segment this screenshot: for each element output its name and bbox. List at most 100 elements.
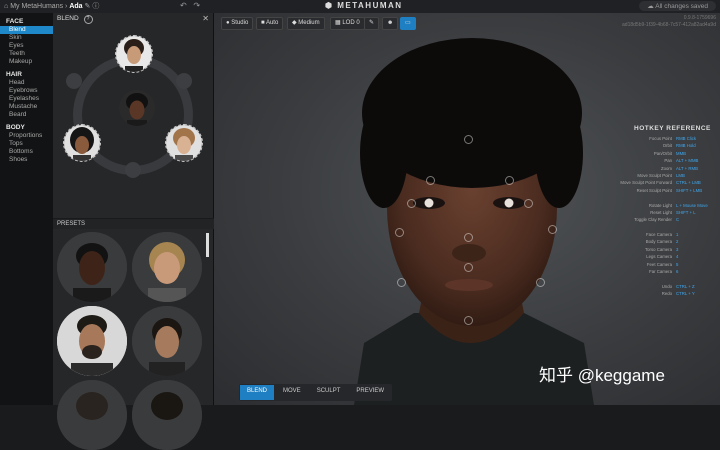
hotkey-row: Body Camera 2 [645,239,679,245]
hotkey-row: Undo CTRL + Z [661,283,695,289]
hotkey-row: Zoom ALT + RMB [661,165,698,171]
breadcrumb-current: Ada [69,3,83,10]
hotkey-row: Torso Camera 3 [645,246,679,252]
hotkey-spacer [612,224,717,231]
portrait-image [116,36,152,72]
save-status-text: All changes saved [655,3,708,10]
blend-title: BLEND [57,15,79,22]
hotkey-spacer [612,275,717,282]
sidebar-item-teeth[interactable]: Teeth [0,50,53,58]
preset-portrait[interactable] [132,306,202,376]
hotkey-row: Rotate Light L + Mouse Move [648,202,708,208]
hotkey-row: Pan/Orbit MMB [653,150,687,156]
sidebar-item-skin[interactable]: Skin [0,34,53,42]
preset-portrait[interactable] [57,380,127,450]
preset-portrait[interactable] [132,380,202,450]
sidebar-item-beard[interactable]: Beard [0,111,53,119]
hotkey-row: Legs Camera 4 [646,254,679,260]
tab-move[interactable]: MOVE [276,385,308,400]
breadcrumb-root[interactable]: My MetaHumans [10,3,63,10]
brand-name: METAHUMAN [337,1,403,10]
portrait-image [166,125,202,161]
presets-scrollbar[interactable] [206,233,209,257]
sculpt-point[interactable] [464,233,473,242]
hotkey-row: Reset Light SHIFT + L [650,209,696,215]
sculpt-point[interactable] [426,176,435,185]
sidebar-header-body: BODY [6,124,25,131]
hotkey-row: Pan ALT + MMB [664,158,699,164]
hotkey-row: Redo CTRL + Y [661,291,695,297]
watermark: 知乎 @keggame [539,366,665,385]
blend-target-left[interactable] [63,124,101,162]
sculpt-point[interactable] [464,316,473,325]
tab-preview[interactable]: PREVIEW [349,385,391,400]
sidebar-item-shoes[interactable]: Shoes [0,156,53,164]
breadcrumb: ⌂ My MetaHumans › Ada ✎ ⓘ [4,1,99,11]
blend-node-right[interactable] [176,73,192,89]
blend-center-face[interactable] [119,90,155,126]
hotkey-row: Feet Camera 5 [646,261,679,267]
sculpt-point[interactable] [397,278,406,287]
sculpt-point[interactable] [524,199,533,208]
preset-portrait-selected[interactable] [57,306,127,376]
sidebar-item-proportions[interactable]: Proportions [0,132,53,140]
sculpt-point[interactable] [548,225,557,234]
sidebar-item-eyebrows[interactable]: Eyebrows [0,87,53,95]
info-icon[interactable]: ⓘ [92,3,99,10]
sidebar-item-makeup[interactable]: Makeup [0,58,53,66]
hotkey-row: Move Sculpt Point Forward CTRL + LMB [620,180,701,186]
sculpt-point[interactable] [464,263,473,272]
brand-logo: ⬢ METAHUMAN [325,1,403,10]
tab-sculpt[interactable]: SCULPT [310,385,348,400]
hotkey-spacer [612,194,717,201]
hotkey-row: Far Camera 6 [649,269,679,275]
sidebar-item-bottoms[interactable]: Bottoms [0,148,53,156]
portrait-image [132,232,202,302]
sidebar-item-blend[interactable]: Blend [0,26,53,34]
undo-icon[interactable]: ↶ [180,1,187,10]
sidebar-item-eyelashes[interactable]: Eyelashes [0,95,53,103]
portrait-image [64,125,100,161]
sculpt-point[interactable] [464,135,473,144]
tab-blend[interactable]: BLEND [240,385,275,400]
blend-target-top[interactable] [115,35,153,73]
sculpt-point[interactable] [536,278,545,287]
edit-name-icon[interactable]: ✎ [85,3,91,10]
hotkey-row: Reset Sculpt Point SHIFT + LMB [636,187,703,193]
hotkey-row: Toggle Clay Render C [634,217,680,223]
hotkey-row: Move Sculpt Point LMB [637,172,685,178]
sidebar-item-head[interactable]: Head [0,79,53,87]
portrait-image [57,232,127,302]
sculpt-point[interactable] [505,176,514,185]
sculpt-point[interactable] [407,199,416,208]
sidebar-item-eyes[interactable]: Eyes [0,42,53,50]
blend-panel: BLEND ? ✕ PRESETS [53,13,217,450]
presets-header: PRESETS [53,218,217,229]
sidebar-item-tops[interactable]: Tops [0,140,53,148]
help-icon[interactable]: ? [83,15,93,24]
close-icon[interactable]: ✕ [202,13,209,24]
blend-target-right[interactable] [165,124,203,162]
portrait-image [57,380,127,450]
hotkey-title: HOTKEY REFERENCE [634,125,711,132]
sidebar-item-mustache[interactable]: Mustache [0,103,53,111]
hotkey-row: Orbit RMB Hold [662,143,696,149]
portrait-image [132,380,202,450]
3d-viewport[interactable]: ● Studio ■ Auto ◆ Medium ▦ LOD 0 ✎ ☻ ▭ 0… [214,13,720,405]
sculpt-point[interactable] [395,228,404,237]
save-status-badge: ☁ All changes saved [639,1,716,11]
redo-icon[interactable]: ↷ [193,1,200,10]
preset-portrait[interactable] [132,232,202,302]
portrait-image [57,306,127,376]
home-icon[interactable]: ⌂ [4,3,8,10]
hotkey-row: Focus Point RMB Click [649,136,697,141]
hotkey-reference: HOTKEY REFERENCE Focus Point RMB Click Or… [612,125,717,298]
sidebar-header-hair: HAIR [6,71,22,78]
blend-node-left[interactable] [66,73,82,89]
sidebar-header-face: FACE [6,18,24,25]
breadcrumb-separator: › [65,3,68,10]
mode-tabs: BLEND MOVE SCULPT PREVIEW [239,384,393,401]
cloud-icon: ☁ [647,3,654,10]
blend-node-bottom[interactable] [125,162,141,178]
preset-portrait[interactable] [57,232,127,302]
